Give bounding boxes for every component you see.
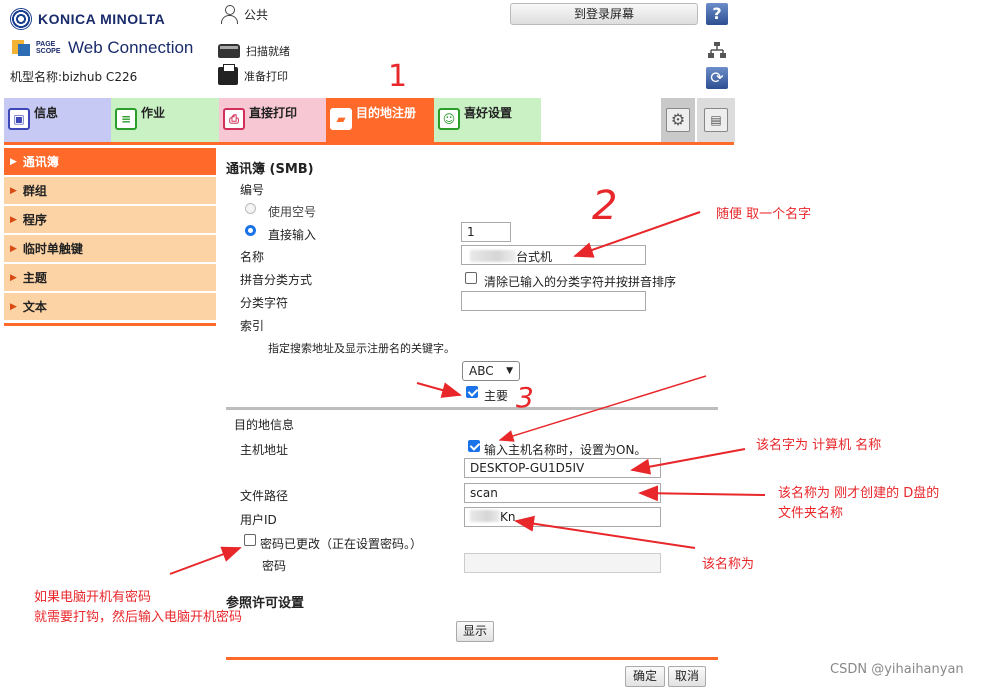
annotation-password-2: 就需要打钩，然后输入电脑开机密码 xyxy=(34,610,243,625)
annotation-password-1: 如果电脑开机有密码 xyxy=(34,590,152,605)
annotation-path-1: 该名称为 刚才创建的 D盘的 xyxy=(778,486,940,501)
annotation-name: 随便 取一个名字 xyxy=(716,207,812,222)
annotation-host: 该名字为 计算机 名称 xyxy=(756,438,882,453)
watermark: CSDN @yihaihanyan xyxy=(830,662,964,677)
annotation-number-1: 1 xyxy=(388,59,408,94)
annotation-userid: 该名称为 xyxy=(702,557,755,572)
annotation-number-3: 3 xyxy=(516,381,534,414)
annotation-path-2: 文件夹名称 xyxy=(778,506,844,521)
annotation-number-2: 2 xyxy=(592,183,618,229)
